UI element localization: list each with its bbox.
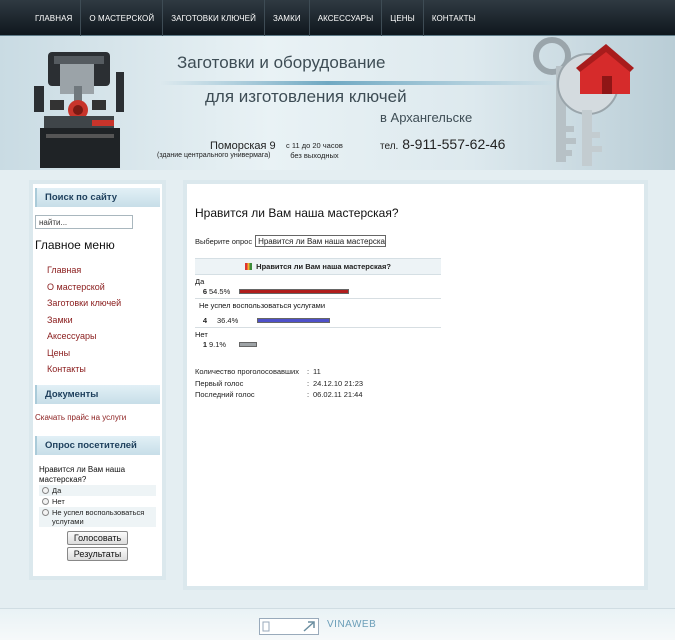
result-bar — [257, 318, 330, 323]
radio-button[interactable] — [42, 486, 49, 494]
stat-value: 11 — [313, 367, 321, 376]
header-city: в Архангельске — [380, 110, 473, 125]
main-content: Нравится ли Вам наша мастерская? Выберит… — [183, 180, 648, 590]
poll-option-no[interactable]: Нет — [39, 495, 156, 507]
stat-value: 06.02.11 21:44 — [313, 390, 363, 399]
nav-item-accessories[interactable]: АКСЕССУАРЫ — [310, 0, 383, 36]
search-input[interactable] — [35, 215, 133, 229]
key-cutting-machine-image — [34, 52, 124, 168]
radio-button[interactable] — [42, 508, 49, 516]
stat-row: Первый голос: 24.12.10 21:23 — [195, 378, 364, 388]
poll-chart-icon — [245, 263, 253, 270]
header-hours-line1: с 11 до 20 часов — [286, 141, 343, 150]
poll-option-label: Нет — [52, 496, 65, 506]
page-title: Нравится ли Вам наша мастерская? — [195, 206, 399, 220]
left-sidebar: Поиск по сайту Главное меню Главная О ма… — [29, 180, 166, 580]
vinaweb-logo[interactable]: VINAWEB — [327, 619, 376, 630]
nav-item-about[interactable]: О МАСТЕРСКОЙ — [81, 0, 164, 36]
header-address: Поморская 9 — [210, 140, 276, 152]
poll-module-title: Опрос посетителей — [35, 435, 160, 455]
nav-item-contacts[interactable]: КОНТАКТЫ — [424, 0, 484, 36]
stat-key: Количество проголосовавших — [195, 367, 299, 376]
header-phone: тел. 8-911-557-62-46 — [380, 136, 505, 152]
poll-question: Нравится ли Вам наша мастерская? — [39, 464, 126, 484]
keys-image — [533, 37, 634, 166]
header-hours: с 11 до 20 часов без выходных — [286, 141, 343, 161]
main-menu-title: Главное меню — [35, 238, 115, 252]
poll-select-label: Выберите опрос — [195, 236, 253, 246]
poll-option-not-used[interactable]: Не успел воспользоваться услугами — [39, 506, 156, 527]
result-row: Да 6 54.5% — [195, 275, 441, 299]
top-navigation: ГЛАВНАЯ О МАСТЕРСКОЙ ЗАГОТОВКИ КЛЮЧЕЙ ЗА… — [0, 0, 675, 36]
menu-item-accessories[interactable]: Аксессуары — [47, 331, 162, 348]
vote-button[interactable]: Голосовать — [66, 530, 129, 545]
result-label: Нет — [195, 330, 208, 339]
menu-item-key-blanks[interactable]: Заготовки ключей — [47, 298, 162, 315]
menu-item-about[interactable]: О мастерской — [47, 282, 162, 299]
footer-badge[interactable] — [259, 618, 319, 635]
header-address-note: (здание центрального универмага) — [157, 152, 271, 159]
result-bar — [239, 289, 349, 294]
stat-key: Последний голос — [195, 390, 255, 399]
poll-stats: Количество проголосовавших: 11 Первый го… — [195, 366, 363, 401]
nav-item-home[interactable]: ГЛАВНАЯ — [27, 0, 82, 36]
phone-number: 8-911-557-62-46 — [402, 136, 506, 152]
poll-results: Нравится ли Вам наша мастерская? Да 6 54… — [195, 258, 441, 351]
result-count: 1 — [202, 340, 207, 349]
header-title-line2: для изготовления ключей — [205, 87, 407, 106]
nav-item-locks[interactable]: ЗАМКИ — [265, 0, 310, 36]
menu-item-locks[interactable]: Замки — [47, 315, 162, 332]
poll-select-value: Нравится ли Вам наша мастерская? — [258, 236, 387, 246]
nav-item-key-blanks[interactable]: ЗАГОТОВКИ КЛЮЧЕЙ — [163, 0, 265, 36]
stat-key: Первый голос — [195, 378, 244, 388]
menu-item-contacts[interactable]: Контакты — [47, 364, 162, 381]
stat-value: 24.12.10 21:23 — [313, 378, 364, 388]
poll-select[interactable]: Нравится ли Вам наша мастерская? ▼ — [255, 235, 387, 247]
main-menu: Главная О мастерской Заготовки ключей За… — [47, 265, 162, 381]
documents-module-title: Документы — [35, 384, 160, 404]
poll-option-label: Да — [52, 485, 62, 495]
result-percent: 9.1% — [209, 340, 227, 349]
download-price-link[interactable]: Скачать прайс на услуги — [35, 413, 162, 422]
poll-option-yes[interactable]: Да — [39, 484, 156, 496]
poll-select-row: Выберите опрос Нравится ли Вам наша маст… — [195, 235, 387, 247]
stat-row: Последний голос: 06.02.11 21:44 — [195, 390, 363, 399]
site-header: Заготовки и оборудование для изготовлени… — [0, 36, 675, 170]
result-bar — [239, 342, 257, 347]
site-footer: VINAWEB — [0, 608, 675, 640]
stat-row: Количество проголосовавших: 11 — [195, 367, 321, 376]
results-button[interactable]: Результаты — [66, 546, 129, 561]
poll-options: Да Нет Не успел воспользоваться услугами — [33, 484, 162, 527]
menu-item-home[interactable]: Главная — [47, 265, 162, 282]
phone-label: тел. — [380, 141, 399, 152]
result-row: Нет 1 9.1% — [195, 328, 441, 351]
poll-option-label: Не успел воспользоваться услугами — [52, 507, 145, 526]
results-header-text: Нравится ли Вам наша мастерская? — [256, 262, 391, 271]
expand-arrow-icon — [262, 621, 315, 632]
result-count: 4 — [202, 316, 207, 325]
result-label: Не успел воспользоваться услугами — [199, 301, 326, 310]
search-module-title: Поиск по сайту — [35, 188, 160, 207]
result-count: 6 — [202, 287, 207, 296]
radio-button[interactable] — [42, 497, 49, 505]
result-label: Да — [195, 277, 205, 286]
header-title-line1: Заготовки и оборудование — [177, 53, 386, 72]
nav-item-prices[interactable]: ЦЕНЫ — [382, 0, 424, 36]
results-header: Нравится ли Вам наша мастерская? — [195, 258, 441, 275]
header-hours-line2: без выходных — [290, 151, 339, 160]
result-row: Не успел воспользоваться услугами 4 36.4… — [195, 299, 441, 328]
menu-item-prices[interactable]: Цены — [47, 348, 162, 365]
result-percent: 36.4% — [217, 316, 239, 325]
result-percent: 54.5% — [209, 287, 231, 296]
